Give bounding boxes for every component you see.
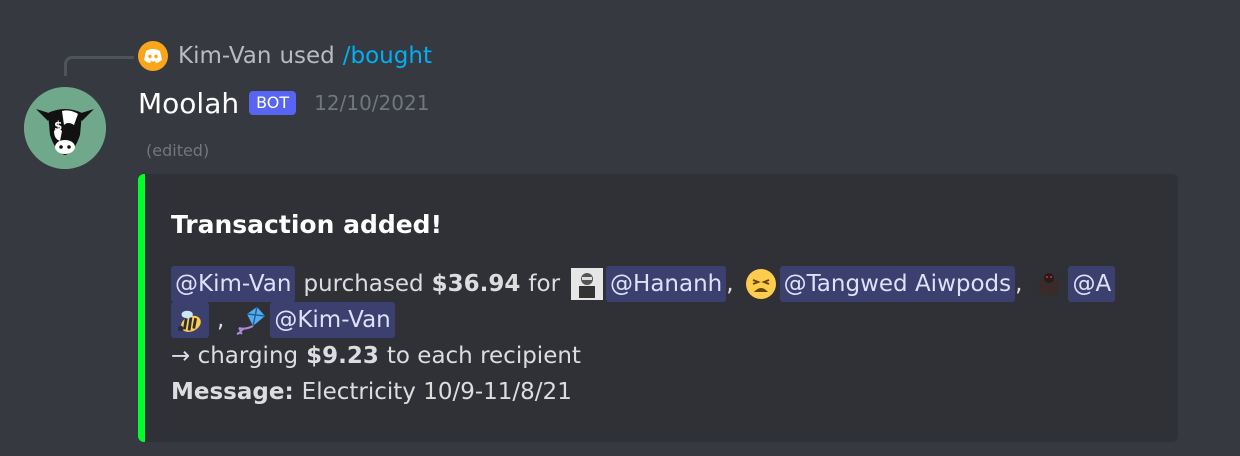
mention-payer[interactable]: @Kim-Van bbox=[171, 266, 296, 302]
bee-emoji bbox=[175, 306, 205, 336]
bug-emoji bbox=[1033, 268, 1065, 300]
message-label: Message: bbox=[171, 379, 294, 405]
discord-icon bbox=[138, 41, 168, 71]
weary-face-emoji bbox=[745, 268, 777, 300]
mention-recipient-3-tail[interactable] bbox=[171, 302, 209, 338]
chat-message: Kim-Van used /bought $ $ Moolah BOT 12/1… bbox=[0, 0, 1240, 456]
embed-line-charging: → charging $9.23 to each recipient bbox=[171, 338, 1151, 374]
svg-text:$: $ bbox=[71, 123, 79, 137]
reply-command[interactable]: /bought bbox=[343, 43, 432, 69]
kite-emoji bbox=[235, 304, 267, 336]
for-text: for bbox=[528, 271, 561, 297]
total-amount: $36.94 bbox=[431, 271, 521, 297]
purchased-text: purchased bbox=[303, 271, 424, 297]
embed-title: Transaction added! bbox=[171, 210, 442, 239]
separator-comma: , bbox=[726, 271, 734, 297]
bot-badge: BOT bbox=[249, 91, 297, 115]
embed-description: @Kim-Van purchased $36.94 for @Hananh , … bbox=[171, 266, 1151, 410]
avatar[interactable]: $ $ bbox=[24, 87, 106, 169]
mention-recipient-4[interactable]: @Kim-Van bbox=[270, 302, 395, 338]
edited-label: (edited) bbox=[146, 141, 210, 160]
per-person-amount: $9.23 bbox=[306, 343, 379, 369]
reply-connector bbox=[64, 56, 134, 76]
embed-line-recipients-cont: , @Kim-Van bbox=[171, 302, 1151, 338]
message-value: Electricity 10/9-11/8/21 bbox=[301, 379, 572, 405]
mention-recipient-1[interactable]: @Hananh bbox=[606, 266, 727, 302]
mention-recipient-3[interactable]: @A bbox=[1068, 266, 1116, 302]
embed-line-purchase: @Kim-Van purchased $36.94 for @Hananh , … bbox=[171, 266, 1151, 302]
charging-suffix: to each recipient bbox=[386, 343, 581, 369]
separator-comma: , bbox=[1015, 271, 1023, 297]
mention-recipient-2[interactable]: @Tangwed Aiwpods bbox=[779, 266, 1016, 302]
embed-line-message: Message: Electricity 10/9-11/8/21 bbox=[171, 374, 1151, 410]
reply-context[interactable]: Kim-Van used /bought bbox=[138, 41, 432, 71]
username[interactable]: Moolah bbox=[138, 87, 239, 120]
embed: Transaction added! @Kim-Van purchased $3… bbox=[138, 174, 1178, 442]
charging-text: → charging bbox=[171, 343, 299, 369]
message-header: Moolah BOT 12/10/2021 bbox=[138, 83, 429, 123]
separator-comma: , bbox=[217, 307, 225, 333]
cow-money-icon: $ $ bbox=[24, 87, 106, 169]
timestamp[interactable]: 12/10/2021 bbox=[314, 91, 429, 115]
reply-author[interactable]: Kim-Van bbox=[178, 43, 271, 69]
reply-used-text: used bbox=[279, 43, 335, 69]
avatar-icon bbox=[571, 268, 604, 300]
svg-text:$: $ bbox=[54, 119, 62, 133]
